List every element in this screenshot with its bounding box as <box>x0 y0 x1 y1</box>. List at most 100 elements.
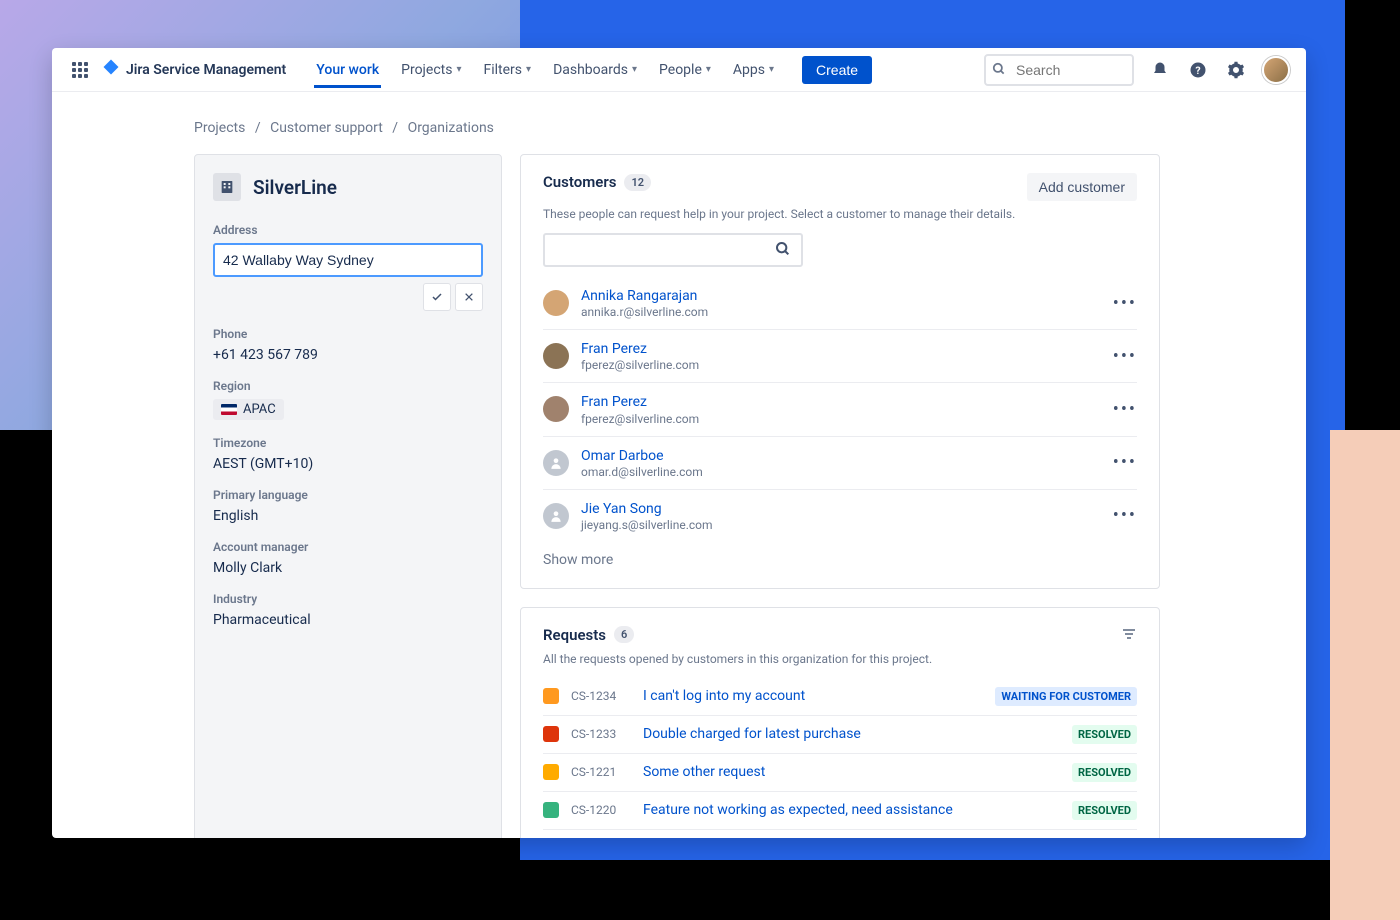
address-input[interactable] <box>213 243 483 277</box>
more-actions-icon[interactable]: ••• <box>1113 346 1137 367</box>
app-switcher-icon[interactable] <box>68 58 92 82</box>
nav-dashboards[interactable]: Dashboards▾ <box>551 52 639 88</box>
customer-name[interactable]: Fran Perez <box>581 340 1101 358</box>
customer-row: Fran Perez fperez@silverline.com ••• <box>543 330 1137 383</box>
request-status-badge: RESOLVED <box>1072 801 1137 820</box>
confirm-button[interactable] <box>423 283 451 311</box>
primary-nav: Your work Projects▾ Filters▾ Dashboards▾… <box>314 52 872 88</box>
create-button[interactable]: Create <box>802 56 872 84</box>
chevron-down-icon: ▾ <box>632 64 637 75</box>
customer-avatar[interactable] <box>543 450 569 476</box>
add-customer-button[interactable]: Add customer <box>1027 173 1137 201</box>
customer-name[interactable]: Omar Darboe <box>581 447 1101 465</box>
request-row: CS-1220 Feature not working as expected,… <box>543 792 1137 830</box>
jira-icon <box>102 58 120 81</box>
help-icon[interactable]: ? <box>1186 58 1210 82</box>
customer-list: Annika Rangarajan annika.r@silverline.co… <box>543 277 1137 542</box>
industry-label: Industry <box>213 592 483 606</box>
timezone-value[interactable]: AEST (GMT+10) <box>213 456 483 472</box>
timezone-label: Timezone <box>213 436 483 450</box>
request-list: CS-1234 I can't log into my account WAIT… <box>543 678 1137 838</box>
customer-avatar[interactable] <box>543 503 569 529</box>
customers-card: Customers 12 Add customer These people c… <box>520 154 1160 589</box>
more-actions-icon[interactable]: ••• <box>1113 505 1137 526</box>
request-type-icon <box>543 688 559 704</box>
topbar: Jira Service Management Your work Projec… <box>52 48 1306 92</box>
more-actions-icon[interactable]: ••• <box>1113 293 1137 314</box>
customer-email: annika.r@silverline.com <box>581 305 1101 319</box>
customer-search-input[interactable] <box>543 233 803 267</box>
request-status-badge: WAITING FOR CUSTOMER <box>995 687 1137 706</box>
breadcrumb-projects[interactable]: Projects <box>194 120 245 136</box>
customer-row: Fran Perez fperez@silverline.com ••• <box>543 383 1137 436</box>
language-value[interactable]: English <box>213 508 483 524</box>
nav-people[interactable]: People▾ <box>657 52 713 88</box>
request-key[interactable]: CS-1233 <box>571 727 631 741</box>
brand-text: Jira Service Management <box>126 62 286 78</box>
requests-subtitle: All the requests opened by customers in … <box>543 652 1137 666</box>
customer-email: fperez@silverline.com <box>581 412 1101 426</box>
request-title[interactable]: Feature not working as expected, need as… <box>643 802 1060 818</box>
breadcrumb-customer-support[interactable]: Customer support <box>270 120 383 136</box>
chevron-down-icon: ▾ <box>456 64 461 75</box>
breadcrumb-organizations[interactable]: Organizations <box>408 120 494 136</box>
request-title[interactable]: Double charged for latest purchase <box>643 726 1060 742</box>
nav-filters[interactable]: Filters▾ <box>482 52 534 88</box>
filter-icon[interactable] <box>1121 626 1137 646</box>
chevron-down-icon: ▾ <box>526 64 531 75</box>
customer-name[interactable]: Annika Rangarajan <box>581 287 1101 305</box>
brand[interactable]: Jira Service Management <box>102 58 286 81</box>
settings-icon[interactable] <box>1224 58 1248 82</box>
search-icon <box>992 61 1006 80</box>
request-key[interactable]: CS-1234 <box>571 689 631 703</box>
request-key[interactable]: CS-1221 <box>571 765 631 779</box>
customer-name[interactable]: Jie Yan Song <box>581 500 1101 518</box>
notifications-icon[interactable] <box>1148 58 1172 82</box>
global-search[interactable] <box>984 54 1134 86</box>
show-more-link[interactable]: Show more <box>543 542 1137 568</box>
customers-count-badge: 12 <box>624 174 651 191</box>
nav-projects[interactable]: Projects▾ <box>399 52 463 88</box>
manager-value[interactable]: Molly Clark <box>213 560 483 576</box>
industry-value[interactable]: Pharmaceutical <box>213 612 483 628</box>
customer-row: Omar Darboe omar.d@silverline.com ••• <box>543 437 1137 490</box>
manager-label: Account manager <box>213 540 483 554</box>
customer-name[interactable]: Fran Perez <box>581 393 1101 411</box>
requests-count-badge: 6 <box>614 626 634 643</box>
customer-avatar[interactable] <box>543 396 569 422</box>
search-icon[interactable] <box>775 241 791 261</box>
breadcrumb: Projects / Customer support / Organizati… <box>194 120 1306 136</box>
customer-email: fperez@silverline.com <box>581 358 1101 372</box>
user-avatar[interactable] <box>1262 56 1290 84</box>
chevron-down-icon: ▾ <box>769 64 774 75</box>
request-row: CS-1221 Some other request RESOLVED <box>543 754 1137 792</box>
requests-card: Requests 6 All the requests opened by cu… <box>520 607 1160 838</box>
organization-details-card: SilverLine Address Phone <box>194 154 502 838</box>
request-title[interactable]: Some other request <box>643 764 1060 780</box>
nav-your-work[interactable]: Your work <box>314 52 381 88</box>
nav-apps[interactable]: Apps▾ <box>731 52 776 88</box>
request-row: CS-1233 Double charged for latest purcha… <box>543 716 1137 754</box>
request-key[interactable]: CS-1220 <box>571 803 631 817</box>
cancel-button[interactable] <box>455 283 483 311</box>
address-label: Address <box>213 223 483 237</box>
building-icon <box>213 173 241 201</box>
phone-label: Phone <box>213 327 483 341</box>
more-actions-icon[interactable]: ••• <box>1113 399 1137 420</box>
flag-icon <box>221 404 237 415</box>
region-value[interactable]: APAC <box>213 399 284 420</box>
request-title[interactable]: I can't log into my account <box>643 688 983 704</box>
phone-value[interactable]: +61 423 567 789 <box>213 347 483 363</box>
request-row: CS-1234 I can't log into my account WAIT… <box>543 678 1137 716</box>
language-label: Primary language <box>213 488 483 502</box>
more-actions-icon[interactable]: ••• <box>1113 452 1137 473</box>
customers-subtitle: These people can request help in your pr… <box>543 207 1137 221</box>
svg-text:?: ? <box>1195 63 1200 76</box>
search-input[interactable] <box>984 54 1134 86</box>
region-label: Region <box>213 379 483 393</box>
organization-name: SilverLine <box>253 176 337 199</box>
customer-row: Annika Rangarajan annika.r@silverline.co… <box>543 277 1137 330</box>
customer-avatar[interactable] <box>543 343 569 369</box>
customer-avatar[interactable] <box>543 290 569 316</box>
customer-email: omar.d@silverline.com <box>581 465 1101 479</box>
